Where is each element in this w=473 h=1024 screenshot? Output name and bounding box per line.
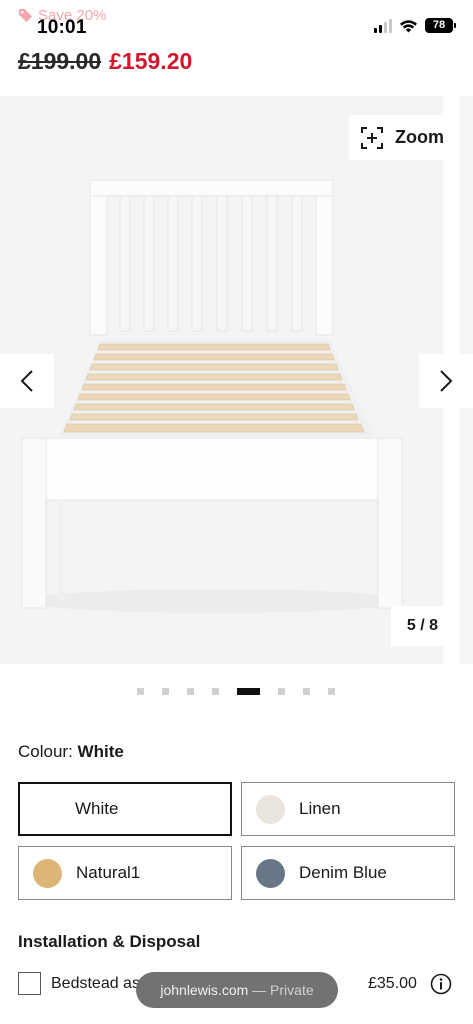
image-counter: 5 / 8 [391,606,454,646]
zoom-in-icon [361,126,383,149]
pagination-dot[interactable] [162,688,169,695]
colour-option-label: White [75,799,119,818]
colour-option-label: Denim Blue [299,863,387,882]
colour-option-label: Natural1 [76,863,141,882]
colour-swatch [256,858,285,888]
previous-image-button[interactable] [0,354,54,408]
product-image-gallery[interactable] [0,96,473,664]
selected-colour: White [77,742,124,761]
signal-icon [374,18,392,33]
colour-heading: Colour: White [18,742,124,762]
colour-option-denim-blue[interactable]: Denim Blue [241,846,455,900]
pagination-dot[interactable] [328,688,335,695]
tag-icon [18,8,33,23]
colour-swatch [33,858,62,888]
pagination-dot[interactable] [303,688,310,695]
colour-option-label: Linen [299,799,341,818]
colour-option-natural1[interactable]: Natural1 [18,846,232,900]
colour-swatch [256,794,285,824]
chevron-right-icon [440,370,453,392]
installation-checkbox[interactable] [18,972,41,995]
url-domain: johnlewis.com [160,982,249,998]
gallery-pagination [137,688,335,695]
installation-option-price: £35.00 [368,975,417,992]
pagination-dot-active[interactable] [237,688,260,695]
product-image [21,179,405,613]
pagination-dot[interactable] [278,688,285,695]
browser-url-pill[interactable]: johnlewis.com — Private [136,972,338,1008]
original-price: £199.00 [18,48,102,74]
private-mode-label: — Private [248,982,314,998]
wifi-icon [400,19,417,32]
zoom-button[interactable]: Zoom [349,115,454,160]
clock: 10:01 [37,17,87,38]
pagination-dot[interactable] [187,688,194,695]
installation-option-label: Bedstead as [51,975,140,992]
sale-price: £159.20 [109,48,193,74]
zoom-label: Zoom [395,127,444,147]
next-image-button[interactable] [419,354,473,408]
pagination-dot[interactable] [137,688,144,695]
battery-icon: 78 [425,18,456,33]
status-bar: Save 20% 10:01 78 [0,0,473,48]
info-icon[interactable] [430,973,452,995]
status-icons: 78 [374,18,456,33]
chevron-left-icon [20,370,33,392]
colour-option-linen[interactable]: Linen [241,782,455,836]
pagination-dot[interactable] [212,688,219,695]
installation-heading: Installation & Disposal [18,932,201,951]
colour-label: Colour: [18,742,73,761]
price-row: £199.00 £159.20 [18,48,192,75]
colour-option-white[interactable]: White [18,782,232,836]
